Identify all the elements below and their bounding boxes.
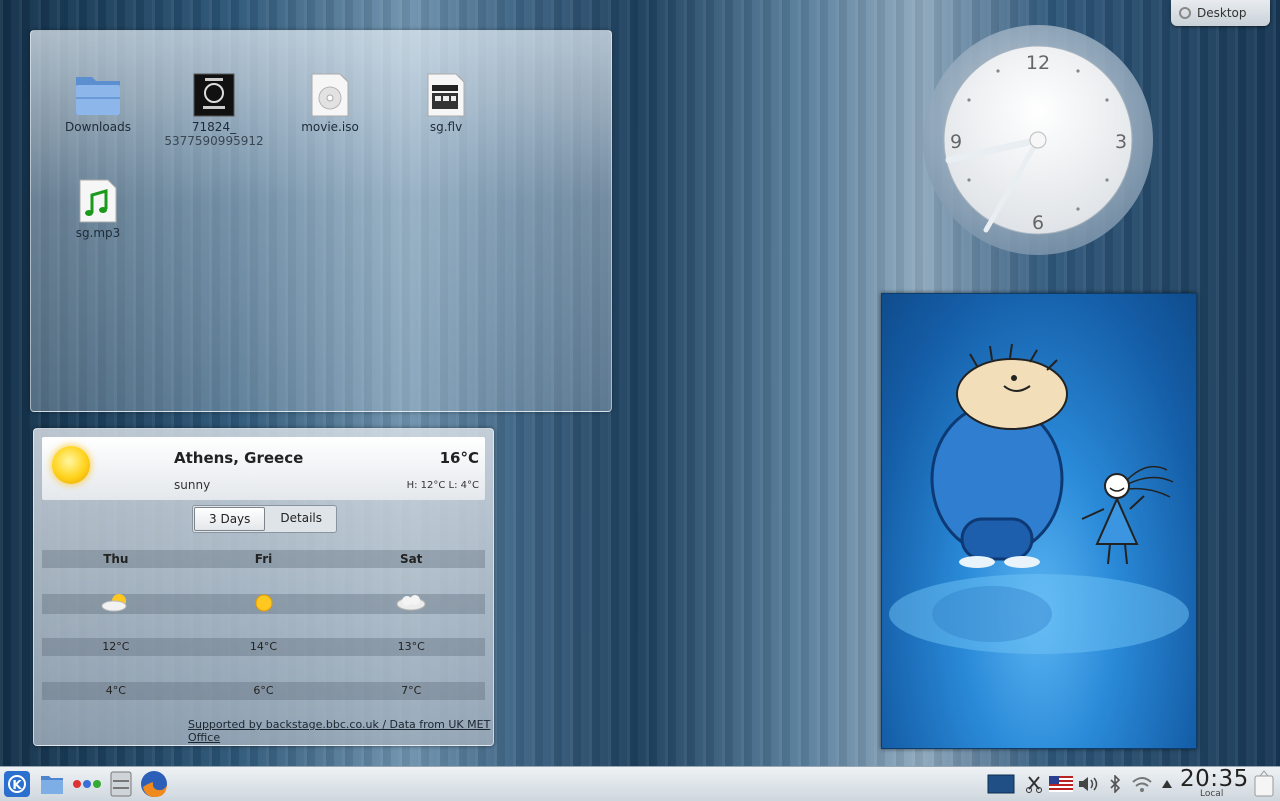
desktop-item-sg-mp3[interactable]: sg.mp3 xyxy=(48,179,148,240)
tab-details[interactable]: Details xyxy=(266,506,336,532)
desktop-toolbox-label: Desktop xyxy=(1197,6,1247,20)
weather-city: Athens, Greece xyxy=(174,449,304,467)
desktop-item-label: Downloads xyxy=(65,120,131,134)
forecast-icons-row xyxy=(42,594,485,614)
desktop-pager-icon[interactable] xyxy=(986,767,1016,801)
sun-icon xyxy=(252,591,276,619)
firefox-icon[interactable] xyxy=(138,767,170,801)
clock-numeral-9: 9 xyxy=(950,131,962,153)
audio-file-icon xyxy=(79,179,117,223)
bluetooth-icon[interactable] xyxy=(1106,767,1124,801)
forecast-low: 6°C xyxy=(253,684,274,697)
forecast-low: 4°C xyxy=(105,684,126,697)
folder-view-widget[interactable]: Downloads 71824_ 5377590995912 movie.iso… xyxy=(30,30,612,412)
desktop-toolbox-button[interactable]: Desktop xyxy=(1171,0,1270,26)
forecast-high: 12°C xyxy=(102,640,130,653)
disc-image-icon xyxy=(311,73,349,117)
forecast-days-row: Thu Fri Sat xyxy=(42,550,485,568)
analog-clock-widget[interactable]: 12 3 6 9 xyxy=(922,24,1154,256)
partly-cloudy-icon xyxy=(99,591,133,619)
taskbar-panel: K 20:35 Local xyxy=(0,766,1280,801)
wifi-icon[interactable] xyxy=(1130,767,1154,801)
clock-numeral-3: 3 xyxy=(1115,131,1127,153)
us-flag-keyboard-icon[interactable] xyxy=(1048,767,1074,801)
desktop-item-movie-iso[interactable]: movie.iso xyxy=(280,73,380,134)
weather-tab-bar: 3 Days Details xyxy=(192,505,338,533)
tab-3-days[interactable]: 3 Days xyxy=(194,507,266,531)
weather-current-temp: 16°C xyxy=(439,449,479,467)
forecast-high: 13°C xyxy=(397,640,425,653)
expand-tray-icon[interactable] xyxy=(1160,767,1174,801)
svg-text:K: K xyxy=(12,778,22,792)
activity-icon[interactable] xyxy=(70,767,104,801)
kde-menu-icon[interactable]: K xyxy=(2,767,32,801)
forecast-day: Sat xyxy=(399,552,423,566)
desktop-item-label: sg.flv xyxy=(429,120,463,134)
weather-condition: sunny xyxy=(174,478,211,492)
desktop-item-image[interactable]: 71824_ 5377590995912 xyxy=(164,73,264,148)
image-thumbnail-icon xyxy=(193,73,235,117)
weather-high-low: H: 12°C L: 4°C xyxy=(406,480,479,491)
forecast-high: 14°C xyxy=(249,640,278,653)
cloud-icon xyxy=(394,591,428,619)
desktop-item-label: 71824_ xyxy=(191,120,237,134)
clock-center xyxy=(1029,131,1047,149)
volume-icon[interactable] xyxy=(1076,767,1100,801)
forecast-lows-row: 4°C 6°C 7°C xyxy=(42,682,485,700)
desktop-item-downloads[interactable]: Downloads xyxy=(48,73,148,134)
clock-numeral-12: 12 xyxy=(1026,52,1050,74)
forecast-low: 7°C xyxy=(401,684,422,697)
weather-widget[interactable]: Athens, Greece 16°C sunny H: 12°C L: 4°C… xyxy=(33,428,494,746)
folder-icon xyxy=(76,77,120,115)
picture-frame-widget[interactable] xyxy=(881,293,1197,749)
plasma-cashew-icon xyxy=(1179,7,1191,19)
clipboard-scissors-icon[interactable] xyxy=(1024,767,1044,801)
cartoon-picture xyxy=(889,343,1189,654)
weather-source-link[interactable]: Supported by backstage.bbc.co.uk / Data … xyxy=(188,718,493,744)
forecast-highs-row: 12°C 14°C 13°C xyxy=(42,638,485,656)
printer-icon[interactable] xyxy=(107,767,135,801)
desktop-item-sg-flv[interactable]: sg.flv xyxy=(396,73,496,134)
weather-header: Athens, Greece 16°C sunny H: 12°C L: 4°C xyxy=(42,437,485,500)
file-manager-icon[interactable] xyxy=(38,767,66,801)
cashew-panel-toolbox-icon[interactable] xyxy=(1250,767,1278,801)
forecast-day: Thu xyxy=(103,552,129,566)
panel-clock-timezone: Local xyxy=(1200,789,1224,799)
sun-icon xyxy=(52,446,90,484)
desktop-item-label-cont: 5377590995912 xyxy=(164,134,264,148)
video-file-icon xyxy=(427,73,465,117)
desktop-item-label: sg.mp3 xyxy=(75,226,121,240)
clock-numeral-6: 6 xyxy=(1032,212,1044,234)
forecast-day: Fri xyxy=(254,552,273,566)
desktop-item-label: movie.iso xyxy=(301,120,359,134)
